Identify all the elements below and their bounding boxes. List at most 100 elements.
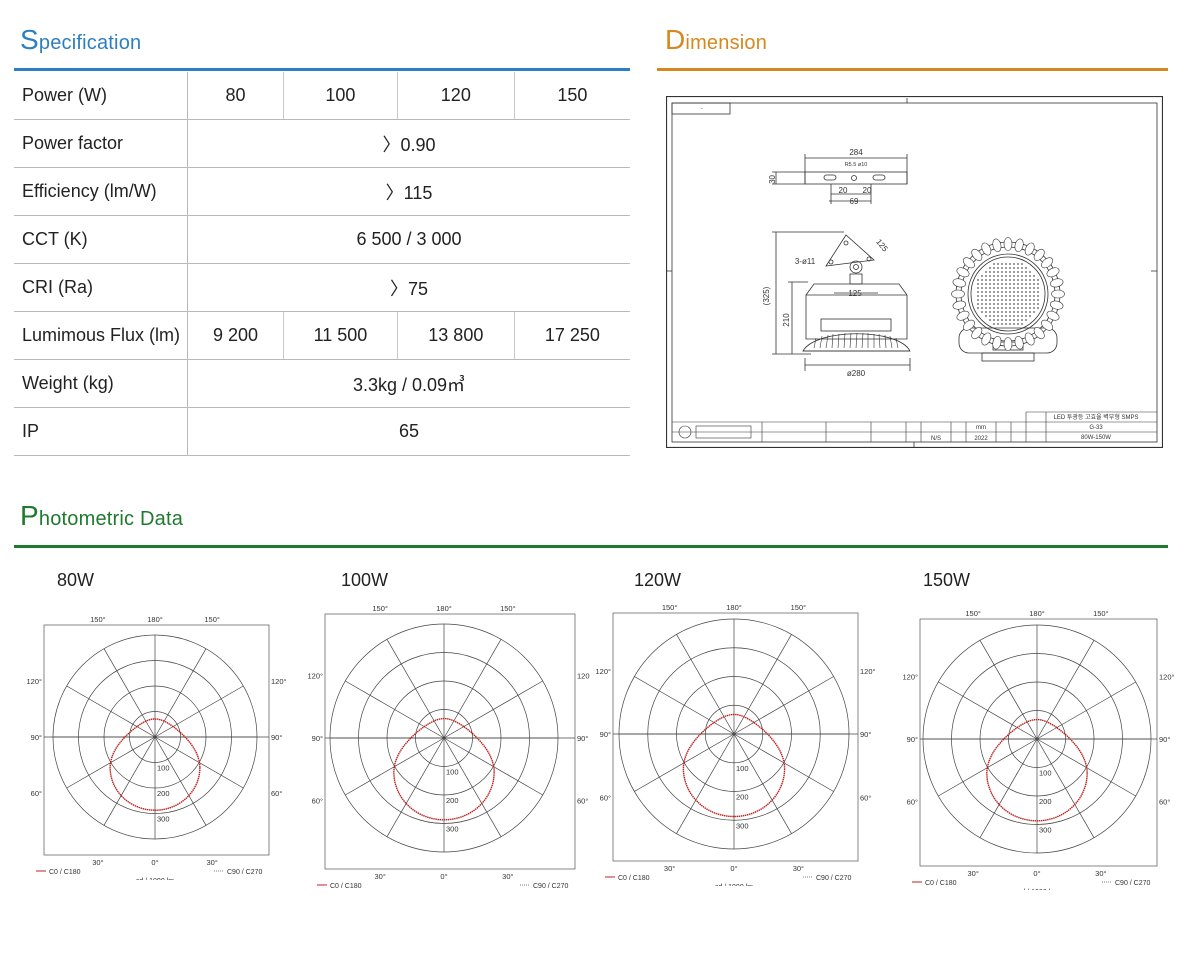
led-dot — [1009, 307, 1011, 309]
led-dot — [989, 303, 991, 305]
led-dot — [985, 271, 987, 273]
led-dot — [1001, 323, 1003, 325]
led-dot — [1021, 271, 1023, 273]
polar-spoke — [443, 737, 502, 837]
led-dot — [1025, 291, 1027, 293]
angle-label: 60° — [907, 798, 918, 807]
led-dot — [1009, 279, 1011, 281]
led-dot — [1001, 319, 1003, 321]
led-dot — [1001, 263, 1003, 265]
dim-slot-note: R5.5 ø10 — [845, 162, 868, 168]
led-dot — [1029, 315, 1031, 317]
led-dot — [1025, 299, 1027, 301]
led-dot — [1009, 275, 1011, 277]
led-dot — [997, 275, 999, 277]
dim-slot-spacing: 69 — [850, 197, 859, 206]
led-dot — [1009, 271, 1011, 273]
led-dot — [1001, 267, 1003, 269]
table-row: CCT (K) 6 500 / 3 000 — [14, 215, 630, 264]
heat-sink-fin — [981, 332, 992, 346]
led-dot — [989, 315, 991, 317]
polar-spoke — [66, 685, 156, 738]
led-dot — [1001, 279, 1003, 281]
led-dot — [989, 307, 991, 309]
polar-spoke — [66, 736, 156, 789]
angle-label: 60° — [860, 793, 871, 802]
led-dot — [1029, 271, 1031, 273]
table-cell: 100 — [283, 72, 398, 120]
led-dot — [1013, 319, 1015, 321]
table-cell: 17 250 — [514, 311, 630, 360]
led-dot — [1001, 315, 1003, 317]
photometric-title-initial: P — [20, 500, 39, 531]
led-dot — [1017, 319, 1019, 321]
led-dot — [1005, 291, 1007, 293]
led-dot — [1029, 311, 1031, 313]
dim-slot-right: 20 — [863, 186, 872, 195]
led-dot — [1025, 315, 1027, 317]
led-dot — [997, 299, 999, 301]
led-dot — [985, 295, 987, 297]
led-dot — [1021, 295, 1023, 297]
angle-label: 120° — [596, 667, 611, 676]
led-dot — [1033, 311, 1035, 313]
led-dot — [1017, 283, 1019, 285]
led-dot — [977, 283, 979, 285]
led-dot — [1001, 307, 1003, 309]
led-dot — [1009, 295, 1011, 297]
led-dot — [1021, 323, 1023, 325]
polar-spoke — [676, 634, 735, 735]
led-dot — [997, 295, 999, 297]
polar-plot-100w: 180° 150° 150° 120° 120° 90° 90° 60° 60° 30° 0° 30°… — [307, 604, 590, 888]
led-dot — [1001, 283, 1003, 285]
led-dot — [1017, 279, 1019, 281]
led-dot — [989, 271, 991, 273]
led-dot — [1025, 287, 1027, 289]
led-dot — [1005, 303, 1007, 305]
photometric-title-rest: hotometric Data — [38, 508, 184, 530]
led-dot — [1017, 315, 1019, 317]
led-dot — [1029, 287, 1031, 289]
led-dot — [1021, 287, 1023, 289]
angle-label: 150° — [965, 609, 981, 618]
power-label-120w: 120W — [634, 570, 682, 590]
heat-sink-fin — [952, 278, 966, 288]
dimension-title-rest: imension — [685, 32, 768, 54]
led-dot — [1017, 299, 1019, 301]
specification-table: Power (W) 80 100 120 150 Power factor 〉0… — [14, 72, 630, 456]
led-dot — [1021, 279, 1023, 281]
led-dot — [1017, 295, 1019, 297]
led-dot — [993, 303, 995, 305]
led-dot — [977, 291, 979, 293]
row-label: Weight (kg) — [14, 359, 188, 408]
led-dot — [1037, 299, 1039, 301]
angle-label: 60° — [271, 789, 282, 798]
led-dot — [1037, 303, 1039, 305]
led-dot — [1009, 283, 1011, 285]
led-dot — [997, 319, 999, 321]
ring-value-label: 100 — [736, 764, 749, 773]
led-dot — [1025, 307, 1027, 309]
angle-label: 30° — [1095, 869, 1106, 878]
title-block-scale: N/S — [931, 436, 941, 442]
angle-label: 150° — [500, 604, 516, 613]
led-dot — [1005, 311, 1007, 313]
angle-label: 90° — [31, 733, 42, 742]
table-cell: 65 — [187, 407, 630, 456]
led-dot — [1017, 311, 1019, 313]
led-dot — [985, 303, 987, 305]
led-dot — [993, 295, 995, 297]
angle-label: 180° — [147, 615, 163, 624]
led-dot — [981, 311, 983, 313]
led-dot — [1001, 295, 1003, 297]
table-cell: 120 — [397, 72, 515, 120]
led-dot — [997, 291, 999, 293]
heat-sink-fin — [1024, 242, 1035, 256]
led-dot — [1037, 295, 1039, 297]
angle-label: 30° — [793, 864, 804, 873]
led-dot — [989, 319, 991, 321]
led-dot — [993, 267, 995, 269]
angle-label: 90° — [1159, 735, 1170, 744]
polar-spoke — [443, 680, 543, 739]
dim-width-top: 284 — [849, 148, 863, 157]
